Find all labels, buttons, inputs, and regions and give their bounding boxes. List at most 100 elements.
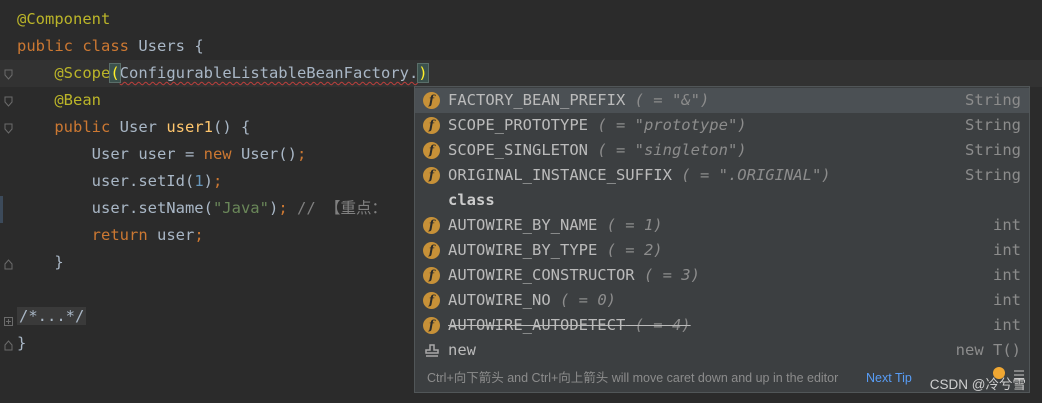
completion-item[interactable]: f AUTOWIRE_CONSTRUCTOR ( = 3) int <box>415 263 1029 288</box>
code-token: ) <box>417 63 429 83</box>
completion-item-value: ( = 2) <box>597 241 663 259</box>
completion-item[interactable]: f AUTOWIRE_AUTODETECT ( = 4) int <box>415 313 1029 338</box>
code-line[interactable]: user.setId(1); <box>17 168 428 195</box>
code-token: User user = <box>17 145 204 163</box>
code-line[interactable]: public class Users { <box>17 33 428 60</box>
completion-item[interactable]: new new T() <box>415 338 1029 363</box>
completion-item[interactable]: class <box>415 188 1029 213</box>
fold-marker-icon[interactable] <box>4 69 13 80</box>
completion-item-label: AUTOWIRE_BY_TYPE <box>448 241 598 259</box>
completion-item-name: ORIGINAL_INSTANCE_SUFFIX ( = ".ORIGINAL"… <box>448 163 831 188</box>
completion-item[interactable]: f ORIGINAL_INSTANCE_SUFFIX ( = ".ORIGINAL… <box>415 163 1029 188</box>
code-token: User <box>119 118 167 136</box>
completion-item-name: AUTOWIRE_NO ( = 0) <box>448 288 616 313</box>
code-token: ; <box>194 226 204 244</box>
folded-comment: /*...*/ <box>17 307 87 325</box>
completion-item-value: ( = "&") <box>625 91 710 109</box>
fold-end-icon[interactable] <box>4 340 13 351</box>
code-token: // 【重点： <box>296 199 387 217</box>
completion-item-name: AUTOWIRE_BY_TYPE ( = 2) <box>448 238 663 263</box>
completion-item-name: SCOPE_SINGLETON ( = "singleton") <box>448 138 747 163</box>
completion-item-type: int <box>993 216 1021 234</box>
completion-item-type: String <box>965 166 1021 184</box>
code-line[interactable] <box>17 276 428 303</box>
completion-item-value: ( = ".ORIGINAL") <box>671 166 831 184</box>
completion-item-name: AUTOWIRE_BY_NAME ( = 1) <box>448 213 663 238</box>
completion-item-value: ( = "singleton") <box>587 141 747 159</box>
code-line[interactable]: User user = new User(); <box>17 141 428 168</box>
code-token: ) <box>203 172 213 190</box>
completion-item-type: int <box>993 266 1021 284</box>
completion-item-label: AUTOWIRE_NO <box>448 291 551 309</box>
fold-expand-icon[interactable] <box>4 317 13 328</box>
completion-item-name: FACTORY_BEAN_PREFIX ( = "&") <box>448 88 709 113</box>
completion-item-label: SCOPE_SINGLETON <box>448 141 588 159</box>
completion-item-label: AUTOWIRE_AUTODETECT <box>448 316 626 334</box>
code-line[interactable]: public User user1() { <box>17 114 428 141</box>
code-line[interactable]: @Bean <box>17 87 428 114</box>
field-icon: f <box>423 317 440 334</box>
code-token: user1 <box>166 118 213 136</box>
code-token: Users { <box>138 37 204 55</box>
completion-item-type: int <box>993 291 1021 309</box>
code-token: user.setId( <box>17 172 195 190</box>
completion-popup[interactable]: f FACTORY_BEAN_PREFIX ( = "&") String f SCOP… <box>414 86 1030 393</box>
code-token: class <box>82 37 139 55</box>
completion-item-type: int <box>993 316 1021 334</box>
field-icon: f <box>423 167 440 184</box>
completion-item-label: SCOPE_PROTOTYPE <box>448 116 588 134</box>
completion-item-name: AUTOWIRE_CONSTRUCTOR ( = 3) <box>448 263 700 288</box>
code-line[interactable]: } <box>17 249 428 276</box>
change-marker <box>0 196 3 223</box>
fold-marker-icon[interactable] <box>4 123 13 134</box>
fold-end-icon[interactable] <box>4 259 13 270</box>
code-token: 1 <box>194 172 204 190</box>
code-line[interactable]: @Component <box>17 6 428 33</box>
code-token: new <box>203 145 241 163</box>
fold-marker-icon[interactable] <box>4 96 13 107</box>
completion-item[interactable]: f FACTORY_BEAN_PREFIX ( = "&") String <box>415 88 1029 113</box>
code-line[interactable]: /*...*/ <box>17 303 428 330</box>
code-token: public <box>17 37 83 55</box>
code-token: ConfigurableListableBeanFactory. <box>119 64 419 82</box>
code-token: ; <box>278 199 297 217</box>
code-editor[interactable]: @Component public class Users { @Scope(Co… <box>17 6 429 357</box>
next-tip-link[interactable]: Next Tip <box>866 365 912 392</box>
code-line[interactable]: user.setName("Java"); // 【重点： <box>17 195 428 222</box>
code-token: user <box>156 226 195 244</box>
completion-item-value: ( = 1) <box>597 216 663 234</box>
completion-item[interactable]: f SCOPE_PROTOTYPE ( = "prototype") String <box>415 113 1029 138</box>
code-token: } <box>17 253 64 271</box>
completion-item[interactable]: f SCOPE_SINGLETON ( = "singleton") String <box>415 138 1029 163</box>
code-token: "Java" <box>212 199 269 217</box>
completion-item-name: new <box>448 338 476 363</box>
field-icon: f <box>423 142 440 159</box>
code-token: () { <box>213 118 251 136</box>
completion-item-value: ( = 0) <box>550 291 616 309</box>
completion-item-value: ( = "prototype") <box>587 116 747 134</box>
code-token: @Bean <box>54 91 101 109</box>
footer-hint: Ctrl+向下箭头 and Ctrl+向上箭头 will move caret … <box>427 371 839 385</box>
completion-item-label: FACTORY_BEAN_PREFIX <box>448 91 626 109</box>
completion-item-name: SCOPE_PROTOTYPE ( = "prototype") <box>448 113 747 138</box>
code-line[interactable]: return user; <box>17 222 428 249</box>
completion-item[interactable]: f AUTOWIRE_BY_NAME ( = 1) int <box>415 213 1029 238</box>
code-line[interactable]: @Scope(ConfigurableListableBeanFactory.) <box>17 60 429 87</box>
code-token: ; <box>213 172 223 190</box>
code-token: ( <box>109 63 121 83</box>
completion-item-label: AUTOWIRE_CONSTRUCTOR <box>448 266 635 284</box>
watermark: CSDN @冷兮雪 <box>929 377 1026 392</box>
completion-item-type: String <box>965 141 1021 159</box>
completion-item-value: ( = 3) <box>634 266 700 284</box>
completion-item[interactable]: f AUTOWIRE_BY_TYPE ( = 2) int <box>415 238 1029 263</box>
completion-item[interactable]: f AUTOWIRE_NO ( = 0) int <box>415 288 1029 313</box>
code-token: ) <box>268 199 279 217</box>
code-token: @Component <box>17 10 111 28</box>
code-line[interactable]: } <box>17 330 428 357</box>
code-token: User() <box>240 145 297 163</box>
code-token: } <box>17 334 27 352</box>
